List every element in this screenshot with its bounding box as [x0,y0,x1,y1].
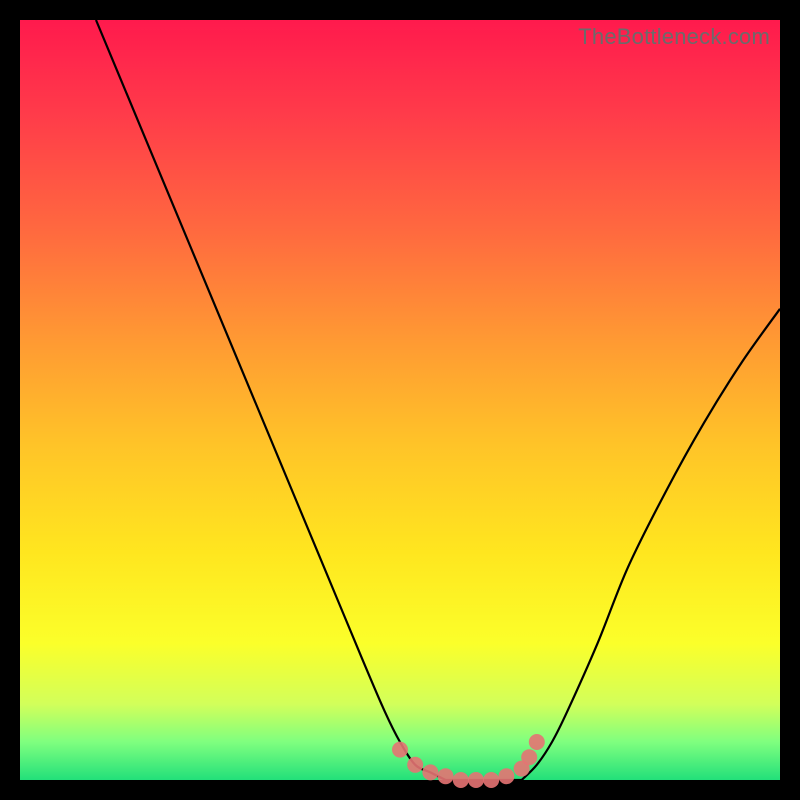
floor-dot [453,772,469,788]
floor-dot [407,757,423,773]
curve-path [96,20,780,781]
floor-dot [468,772,484,788]
floor-dot [529,734,545,750]
floor-dot [392,742,408,758]
floor-dot [521,749,537,765]
chart-plot-area: TheBottleneck.com [20,20,780,780]
floor-dot [422,764,438,780]
floor-dot [498,768,514,784]
chart-frame: TheBottleneck.com [0,0,800,800]
bottleneck-curve [20,20,780,780]
floor-dot [483,772,499,788]
floor-dot [438,768,454,784]
